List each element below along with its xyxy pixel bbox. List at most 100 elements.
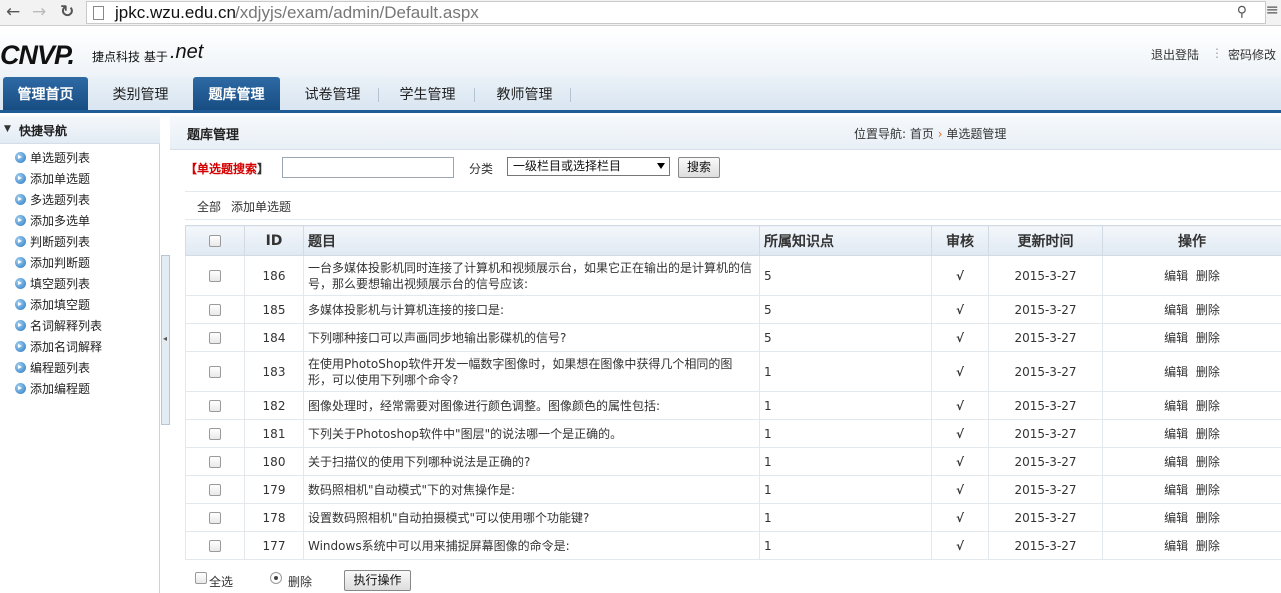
row-knowledge: 5 [759, 255, 932, 296]
delete-link[interactable]: 删除 [1196, 483, 1220, 497]
row-checkbox[interactable] [209, 428, 221, 440]
delete-link[interactable]: 删除 [1196, 511, 1220, 525]
arrow-left-icon[interactable]: ← [6, 2, 20, 22]
category-select[interactable]: 一级栏目或选择栏目 [507, 157, 670, 176]
edit-link[interactable]: 编辑 [1164, 483, 1188, 497]
edit-link[interactable]: 编辑 [1164, 303, 1188, 317]
row-checkbox[interactable] [209, 456, 221, 468]
row-checkbox[interactable] [209, 304, 221, 316]
audit-check-icon: √ [931, 447, 989, 476]
breadcrumb-home[interactable]: 首页 [910, 127, 934, 141]
sidebar-item[interactable]: 添加单选题 [15, 170, 90, 188]
row-updated: 2015-3-27 [988, 447, 1103, 476]
execute-button[interactable]: 执行操作 [344, 570, 411, 591]
tab-category[interactable]: 类别管理 [98, 77, 183, 110]
row-checkbox[interactable] [209, 512, 221, 524]
header-updated: 更新时间 [988, 225, 1103, 256]
bullet-arrow-icon [15, 383, 26, 394]
tab-question-bank[interactable]: 题库管理 [193, 77, 280, 110]
row-actions: 编辑 删除 [1102, 295, 1281, 324]
change-password-link[interactable]: 密码修改 [1228, 46, 1276, 63]
search-input[interactable] [282, 157, 454, 178]
search-button[interactable]: 搜索 [678, 157, 720, 178]
edit-link[interactable]: 编辑 [1164, 399, 1188, 413]
select-all-checkbox[interactable] [209, 234, 221, 247]
edit-link[interactable]: 编辑 [1164, 427, 1188, 441]
sidebar-item[interactable]: 多选题列表 [15, 191, 90, 209]
edit-link[interactable]: 编辑 [1164, 269, 1188, 283]
table-row: 177 Windows系统中可以用来捕捉屏幕图像的命令是: 1 √ 2015-3-27 编… [185, 531, 1281, 560]
tab-home[interactable]: 管理首页 [3, 77, 88, 110]
delete-link[interactable]: 删除 [1196, 303, 1220, 317]
reload-icon[interactable]: ↻ [60, 2, 74, 22]
tab-paper[interactable]: 试卷管理 [290, 77, 375, 110]
row-title: 下列哪种接口可以声画同步地输出影碟机的信号? [303, 323, 760, 352]
bullet-arrow-icon [15, 320, 26, 331]
sidebar-item[interactable]: 添加判断题 [15, 254, 90, 272]
add-question-link[interactable]: 添加单选题 [231, 198, 291, 215]
row-select-cell [185, 503, 245, 532]
sidebar-item[interactable]: 添加名词解释 [15, 338, 102, 356]
delete-link[interactable]: 删除 [1196, 455, 1220, 469]
delete-link[interactable]: 删除 [1196, 269, 1220, 283]
table-row: 181 下列关于Photoshop软件中"图层"的说法哪一个是正确的。 1 √ 2015… [185, 419, 1281, 448]
sidebar-item[interactable]: 名词解释列表 [15, 317, 102, 335]
sidebar-item[interactable]: 添加编程题 [15, 380, 90, 398]
sidebar-item[interactable]: 判断题列表 [15, 233, 90, 251]
delete-link[interactable]: 删除 [1196, 331, 1220, 345]
arrow-right-icon[interactable]: → [32, 2, 46, 22]
edit-link[interactable]: 编辑 [1164, 511, 1188, 525]
row-knowledge: 1 [759, 475, 932, 504]
filter-all-link[interactable]: 全部 [197, 198, 221, 215]
delete-link[interactable]: 删除 [1196, 399, 1220, 413]
bullet-arrow-icon [15, 278, 26, 289]
edit-link[interactable]: 编辑 [1164, 365, 1188, 379]
edit-link[interactable]: 编辑 [1164, 539, 1188, 553]
delete-link[interactable]: 删除 [1196, 427, 1220, 441]
row-checkbox[interactable] [209, 270, 221, 282]
sidebar-item[interactable]: 单选题列表 [15, 149, 90, 167]
logout-link[interactable]: 退出登陆 [1151, 46, 1199, 63]
logo-subtitle: 捷点科技 基于 [92, 50, 168, 64]
edit-link[interactable]: 编辑 [1164, 455, 1188, 469]
sidebar-item[interactable]: 编程题列表 [15, 359, 90, 377]
category-label: 分类 [469, 162, 494, 176]
menu-icon[interactable]: ≡ [1266, 0, 1279, 19]
address-bar[interactable]: jpkc.wzu.edu.cn /xdjyjs/exam/admin/Defau… [86, 1, 1266, 24]
sidebar: ▼ 快捷导航 单选题列表 添加单选题 多选题列表 添加多选单 判断题列表 添加判… [0, 116, 160, 593]
pin-icon[interactable]: ⚲ [1237, 4, 1247, 20]
tab-teacher[interactable]: 教师管理 [482, 77, 567, 110]
delete-link[interactable]: 删除 [1196, 539, 1220, 553]
sidebar-splitter[interactable]: ◂ [161, 255, 170, 425]
tab-divider [474, 88, 475, 102]
sidebar-item[interactable]: 添加多选单 [15, 212, 90, 230]
row-checkbox[interactable] [209, 366, 221, 378]
delete-radio[interactable] [270, 572, 282, 584]
row-id: 185 [244, 295, 304, 324]
header-separator: ⋮ [1211, 46, 1223, 60]
row-id: 180 [244, 447, 304, 476]
sidebar-item[interactable]: 填空题列表 [15, 275, 90, 293]
row-checkbox[interactable] [209, 540, 221, 552]
row-checkbox[interactable] [209, 400, 221, 412]
breadcrumb-arrow: › [937, 127, 943, 141]
bullet-arrow-icon [15, 236, 26, 247]
row-id: 181 [244, 419, 304, 448]
row-checkbox[interactable] [209, 484, 221, 496]
select-all-checkbox-footer[interactable] [195, 572, 207, 584]
header-knowledge: 所属知识点 [759, 225, 932, 256]
breadcrumb-current: 单选题管理 [946, 127, 1007, 141]
row-actions: 编辑 删除 [1102, 447, 1281, 476]
table-row: 185 多媒体投影机与计算机连接的接口是: 5 √ 2015-3-27 编辑 删除 [185, 295, 1281, 324]
delete-link[interactable]: 删除 [1196, 365, 1220, 379]
table-row: 183 在使用PhotoShop软件开发一幅数字图像时，如果想在图像中获得几个相同… [185, 351, 1281, 392]
edit-link[interactable]: 编辑 [1164, 331, 1188, 345]
row-updated: 2015-3-27 [988, 351, 1103, 392]
row-checkbox[interactable] [209, 332, 221, 344]
sidebar-title: 快捷导航 [19, 124, 68, 138]
tab-student[interactable]: 学生管理 [385, 77, 470, 110]
header-id: ID [244, 225, 304, 256]
row-select-cell [185, 531, 245, 560]
sidebar-item[interactable]: 添加填空题 [15, 296, 90, 314]
sidebar-header[interactable]: ▼ 快捷导航 [0, 116, 160, 144]
